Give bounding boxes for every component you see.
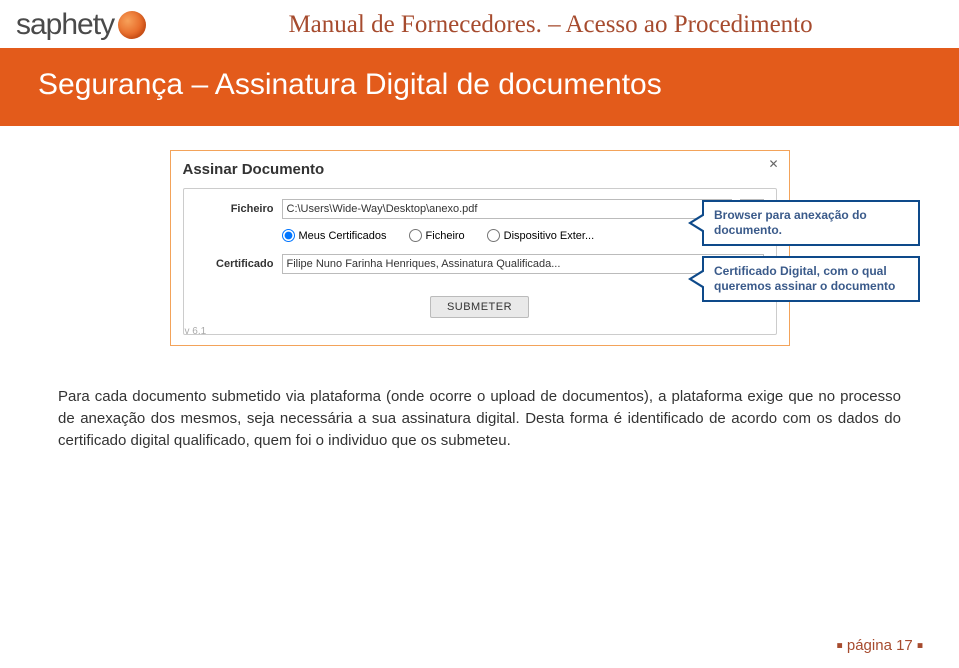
page-footer: ■ página 17 ■ [837,637,923,654]
radio-device[interactable]: Dispositivo Exter... [487,229,594,242]
radio-my-certs[interactable]: Meus Certificados [282,229,387,242]
cert-row: Certificado Filipe Nuno Farinha Henrique… [196,254,764,274]
close-icon[interactable]: ✕ [768,157,778,171]
page-number: página 17 [847,637,913,654]
radio-file[interactable]: Ficheiro [409,229,465,242]
callout-certificate: Certificado Digital, com o qual queremos… [702,256,920,302]
cert-label: Certificado [196,258,274,270]
radio-my-certs-input[interactable] [282,229,295,242]
body-paragraph: Para cada documento submetido via plataf… [58,386,901,451]
file-row: Ficheiro ... [196,199,764,219]
cert-source-radios: Meus Certificados Ficheiro Dispositivo E… [196,229,764,242]
logo: saphety [16,8,146,42]
cert-select-value: Filipe Nuno Farinha Henriques, Assinatur… [287,258,561,270]
submit-button[interactable]: SUBMETER [430,296,529,318]
radio-device-input[interactable] [487,229,500,242]
version-label: v 6.1 [185,326,207,337]
callout-browser: Browser para anexação do documento. [702,200,920,246]
submit-row: SUBMETER [196,296,764,318]
section-banner: Segurança – Assinatura Digital de docume… [0,48,959,126]
callout-browser-text: Browser para anexação do documento. [714,208,867,237]
radio-device-label: Dispositivo Exter... [504,230,594,242]
bullet-icon: ■ [837,641,843,652]
header-title: Manual de Fornecedores. – Acesso ao Proc… [158,11,943,39]
logo-text: saphety [16,8,114,42]
sign-document-dialog: ✕ Assinar Documento Ficheiro ... Meus Ce… [170,150,790,346]
radio-file-label: Ficheiro [426,230,465,242]
dialog-wrap: ✕ Assinar Documento Ficheiro ... Meus Ce… [170,150,790,346]
file-path-input[interactable] [282,199,732,219]
logo-globe-icon [118,11,146,39]
file-label: Ficheiro [196,203,274,215]
radio-my-certs-label: Meus Certificados [299,230,387,242]
page-header: saphety Manual de Fornecedores. – Acesso… [0,0,959,48]
bullet-icon: ■ [917,641,923,652]
banner-text: Segurança – Assinatura Digital de docume… [38,68,662,101]
callout-certificate-text: Certificado Digital, com o qual queremos… [714,264,895,293]
dialog-body: Ficheiro ... Meus Certificados Ficheiro … [183,188,777,335]
dialog-title: Assinar Documento [183,161,777,178]
radio-file-input[interactable] [409,229,422,242]
